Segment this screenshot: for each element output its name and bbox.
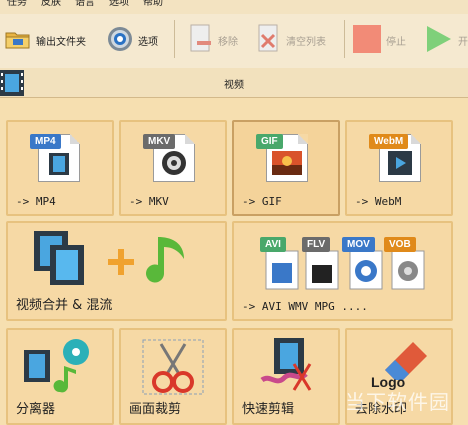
vob-badge: VOB [384, 237, 416, 252]
tile-mp4[interactable]: MP4 -> MP4 [6, 120, 114, 216]
output-folder-button[interactable]: 输出文件夹 [4, 20, 86, 60]
tile-splitter-label: 分离器 [16, 402, 56, 417]
tile-mkv[interactable]: MKV -> MKV [119, 120, 227, 216]
stop-button[interactable]: 停止 [352, 20, 406, 60]
stop-label: 停止 [386, 36, 406, 48]
gif-badge: GIF [256, 134, 283, 149]
menu-help[interactable]: 帮助 [136, 0, 170, 8]
toolbar: 输出文件夹 选项 移除 清空列表 停止 开 [0, 14, 468, 69]
start-label: 开 [458, 36, 468, 48]
remove-label: 移除 [218, 36, 238, 48]
toolbar-divider [174, 20, 175, 58]
tile-merge-mux-label: 视频合并 & 混流 [16, 298, 113, 313]
play-icon [424, 24, 454, 57]
output-folder-label: 输出文件夹 [36, 36, 86, 48]
tile-avi-wmv-mpg-label: -> AVI WMV MPG .... [242, 300, 368, 313]
tile-gif-label: -> GIF [242, 195, 282, 208]
format-grid: MP4 -> MP4 MKV -> MKV GIF -> GIF WebM ->… [0, 100, 468, 425]
flv-badge: FLV [302, 237, 331, 252]
clear-list-button[interactable]: 清空列表 [256, 20, 326, 60]
options-label: 选项 [138, 36, 158, 48]
tile-crop-label: 画面裁剪 [129, 402, 182, 417]
tile-gif[interactable]: GIF -> GIF [232, 120, 340, 216]
tile-crop[interactable]: 画面裁剪 [119, 328, 227, 425]
quick-cut-icon [258, 338, 322, 399]
menu-skin[interactable]: 皮肤 [34, 0, 68, 8]
tile-mp4-label: -> MP4 [16, 195, 56, 208]
menu-options[interactable]: 选项 [102, 0, 136, 8]
avi-badge: AVI [260, 237, 286, 252]
tile-splitter[interactable]: 分离器 [6, 328, 114, 425]
section-title: 视频 [224, 80, 244, 91]
toolbar-divider [344, 20, 345, 58]
options-button[interactable]: 选项 [106, 20, 158, 60]
tile-webm[interactable]: WebM -> WebM [345, 120, 453, 216]
music-note-icon [140, 231, 192, 288]
section-header-video[interactable]: 视频 [0, 68, 468, 98]
tile-webm-label: -> WebM [355, 195, 402, 208]
plus-icon [106, 247, 136, 280]
start-button[interactable]: 开 [424, 20, 468, 60]
tile-merge-mux[interactable]: 视频合并 & 混流 [6, 221, 227, 321]
remove-document-icon [188, 23, 214, 58]
watermark-text: 当下软件园 [345, 390, 450, 414]
mkv-badge: MKV [143, 134, 176, 149]
menu-task[interactable]: 任务 [0, 0, 34, 8]
tile-avi-wmv-mpg[interactable]: AVI FLV MOV VOB -> AVI WMV MPG .... [232, 221, 453, 321]
tile-mkv-label: -> MKV [129, 195, 169, 208]
tile-quick-cut-label: 快速剪辑 [242, 402, 295, 417]
clear-list-icon [256, 23, 282, 58]
mp4-badge: MP4 [30, 134, 61, 149]
splitter-icon [24, 336, 96, 399]
menu-language[interactable]: 语言 [68, 0, 102, 8]
webm-badge: WebM [369, 134, 409, 149]
folder-icon [4, 27, 32, 54]
clear-list-label: 清空列表 [286, 36, 326, 48]
menubar: 任务 皮肤 语言 选项 帮助 [0, 0, 468, 14]
tile-quick-cut[interactable]: 快速剪辑 [232, 328, 340, 425]
stop-icon [352, 24, 382, 57]
gear-icon [106, 25, 134, 56]
scissors-icon [141, 338, 205, 399]
remove-button[interactable]: 移除 [188, 20, 238, 60]
mov-badge: MOV [342, 237, 375, 252]
video-merge-icon [34, 231, 104, 294]
